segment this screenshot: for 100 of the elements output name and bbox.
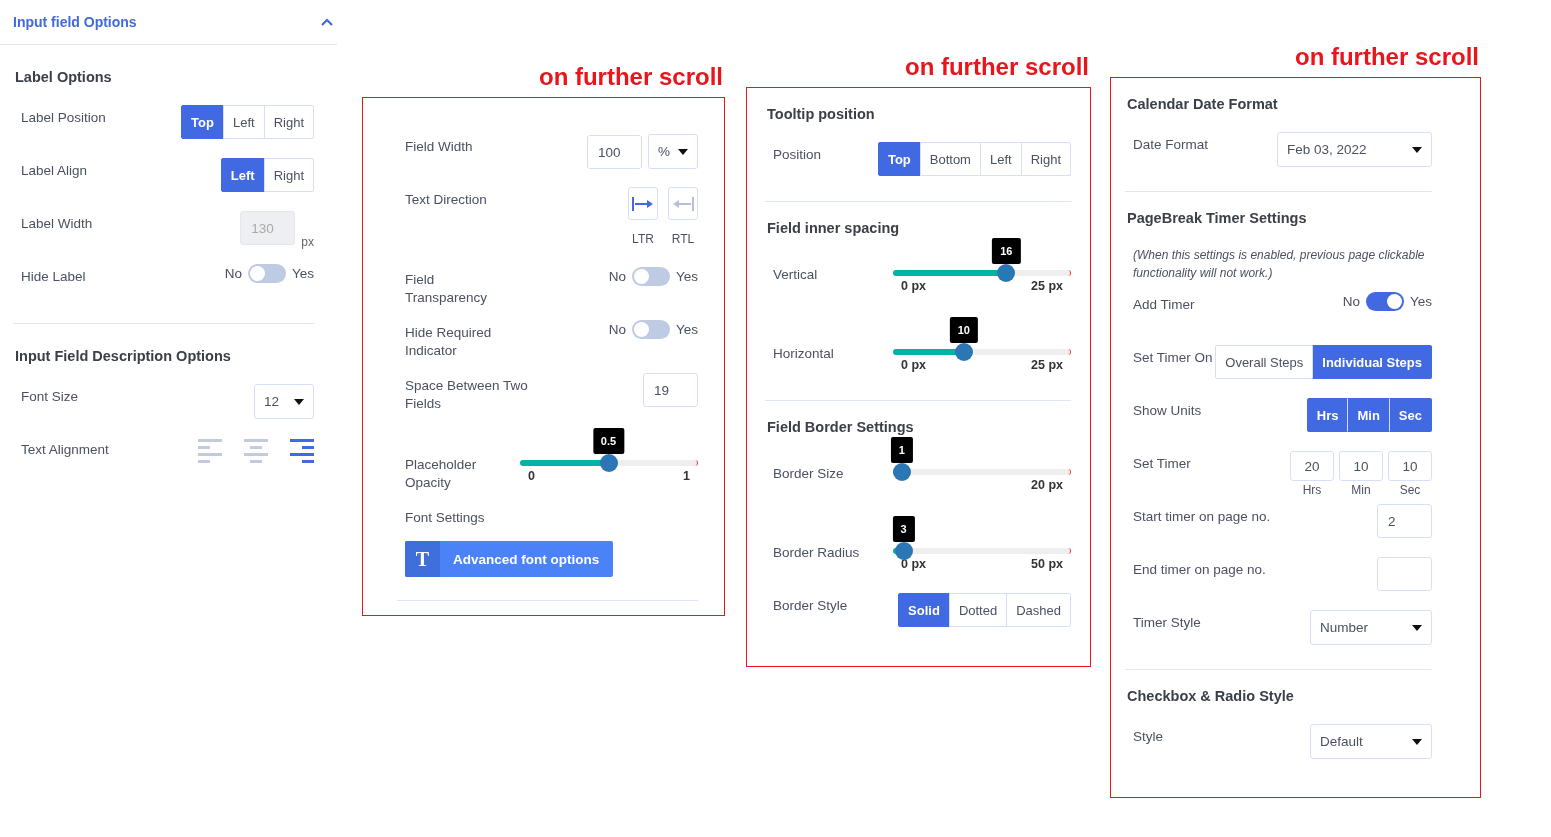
section-title: Field inner spacing: [767, 220, 901, 236]
segment-option[interactable]: Right: [263, 105, 314, 139]
number-field[interactable]: 100: [587, 135, 642, 169]
max-label: 50 px: [1031, 557, 1063, 571]
field-label: Border Size: [773, 465, 844, 483]
off-label: No: [608, 322, 626, 337]
slider-thumb[interactable]: [997, 264, 1016, 282]
field-label: Show Units: [1133, 402, 1202, 420]
toggle-switch[interactable]: [631, 320, 670, 339]
segment-option[interactable]: Solid: [898, 593, 950, 627]
max-label: 1: [683, 469, 690, 483]
number-field[interactable]: 19: [643, 373, 698, 407]
segment-option[interactable]: Left: [979, 142, 1022, 176]
segment-option[interactable]: Bottom: [919, 142, 981, 176]
number-field[interactable]: 2: [1377, 504, 1432, 538]
field-label: Label Align: [21, 162, 88, 180]
segment-option[interactable]: Right: [1020, 142, 1071, 176]
field-label: Date Format: [1133, 136, 1209, 154]
segment-option[interactable]: Min: [1347, 398, 1390, 432]
dropdown-select[interactable]: 12: [254, 384, 314, 419]
value-tooltip: 10: [949, 317, 978, 343]
time-field[interactable]: 10: [1388, 451, 1432, 481]
min-label: 0 px: [901, 358, 926, 372]
field-label: Style: [1133, 728, 1163, 746]
segment-option[interactable]: Dashed: [1006, 593, 1071, 627]
slider-thumb[interactable]: [954, 343, 973, 361]
arrow-right-icon: [632, 196, 654, 211]
caret-icon: [294, 398, 304, 405]
max-label: 25 px: [1031, 358, 1063, 372]
off-label: No: [224, 266, 242, 281]
field-label: Font Size: [21, 388, 79, 406]
segment-option[interactable]: Left: [222, 105, 265, 139]
min-label: 0: [528, 469, 535, 483]
value-tooltip: 3: [892, 516, 915, 542]
field-label: Start timer on page no.: [1133, 508, 1271, 526]
toggle-switch[interactable]: [631, 267, 670, 286]
direction-caption: RTL: [671, 232, 695, 246]
field-label: Field Transparency: [405, 271, 489, 307]
segment-option[interactable]: Right: [263, 158, 314, 192]
section-title: Calendar Date Format: [1127, 96, 1279, 112]
field-label: Text Alignment: [21, 441, 109, 459]
segment-option[interactable]: Sec: [1388, 398, 1432, 432]
field-label: Hide Label: [21, 268, 86, 286]
segment-option[interactable]: Overall Steps: [1215, 345, 1314, 379]
segment-option[interactable]: Left: [220, 158, 265, 192]
arrow-left-icon: [672, 196, 694, 211]
caret-icon: [678, 148, 688, 155]
off-label: No: [608, 269, 626, 284]
dropdown-select[interactable]: Number: [1310, 610, 1432, 645]
slider-thumb[interactable]: [599, 454, 618, 472]
field-label: End timer on page no.: [1133, 561, 1266, 579]
direction-caption: LTR: [632, 232, 654, 246]
on-label: Yes: [291, 266, 314, 281]
on-label: Yes: [675, 322, 698, 337]
unit-label: px: [301, 235, 314, 249]
field-label: Text Direction: [405, 191, 487, 209]
max-label: 25 px: [1031, 279, 1063, 293]
field-label: Border Radius: [773, 544, 860, 562]
align-right-icon[interactable]: [290, 439, 314, 463]
field-label: Placeholder Opacity: [405, 456, 478, 492]
note-text: (When this settings is enabled, previous page clickable functionality will not work.): [1133, 247, 1426, 282]
field-label: Label Position: [21, 109, 106, 127]
slider-thumb[interactable]: [894, 542, 913, 560]
number-field[interactable]: [1377, 557, 1432, 591]
section-title: Input Field Description Options: [15, 348, 232, 364]
section-title: Field Border Settings: [767, 419, 915, 435]
slider-thumb[interactable]: [892, 463, 911, 481]
field-label: Add Timer: [1133, 296, 1195, 314]
unit-select[interactable]: %: [648, 134, 698, 169]
time-field[interactable]: 20: [1290, 451, 1334, 481]
section-title: Label Options: [15, 69, 113, 85]
value-tooltip: 16: [992, 238, 1021, 264]
scroll-annotation: on further scroll: [903, 52, 1090, 82]
chevron-up-icon[interactable]: [321, 18, 333, 26]
dropdown-select[interactable]: Default: [1310, 724, 1432, 759]
toggle-switch[interactable]: [1365, 292, 1404, 311]
field-label: Label Width: [21, 215, 93, 233]
segment-option[interactable]: Dotted: [948, 593, 1008, 627]
segment-option[interactable]: Top: [181, 105, 224, 139]
caret-icon: [1412, 738, 1422, 745]
caret-icon: [1412, 146, 1422, 153]
time-field[interactable]: 10: [1339, 451, 1383, 481]
unit-caption: Hrs: [1302, 483, 1322, 497]
field-label: Position: [773, 146, 822, 164]
field-label: Vertical: [773, 266, 818, 284]
field-label: Border Style: [773, 597, 848, 615]
field-label: Set Timer: [1133, 455, 1191, 473]
direction-button[interactable]: [628, 187, 658, 220]
field-label: Timer Style: [1133, 614, 1201, 632]
min-label: 0 px: [901, 279, 926, 293]
field-label: Set Timer On: [1133, 349, 1213, 367]
value-tooltip: 0.5: [592, 428, 625, 454]
segment-option[interactable]: Hrs: [1306, 398, 1349, 432]
segment-option[interactable]: Individual Steps: [1312, 345, 1432, 379]
on-label: Yes: [675, 269, 698, 284]
toggle-switch[interactable]: [247, 264, 286, 283]
advanced-font-button[interactable]: T Advanced font options: [405, 541, 614, 577]
segment-option[interactable]: Top: [877, 142, 921, 176]
dropdown-select[interactable]: Feb 03, 2022: [1277, 132, 1432, 167]
field-label: Space Between Two Fields: [405, 377, 529, 413]
